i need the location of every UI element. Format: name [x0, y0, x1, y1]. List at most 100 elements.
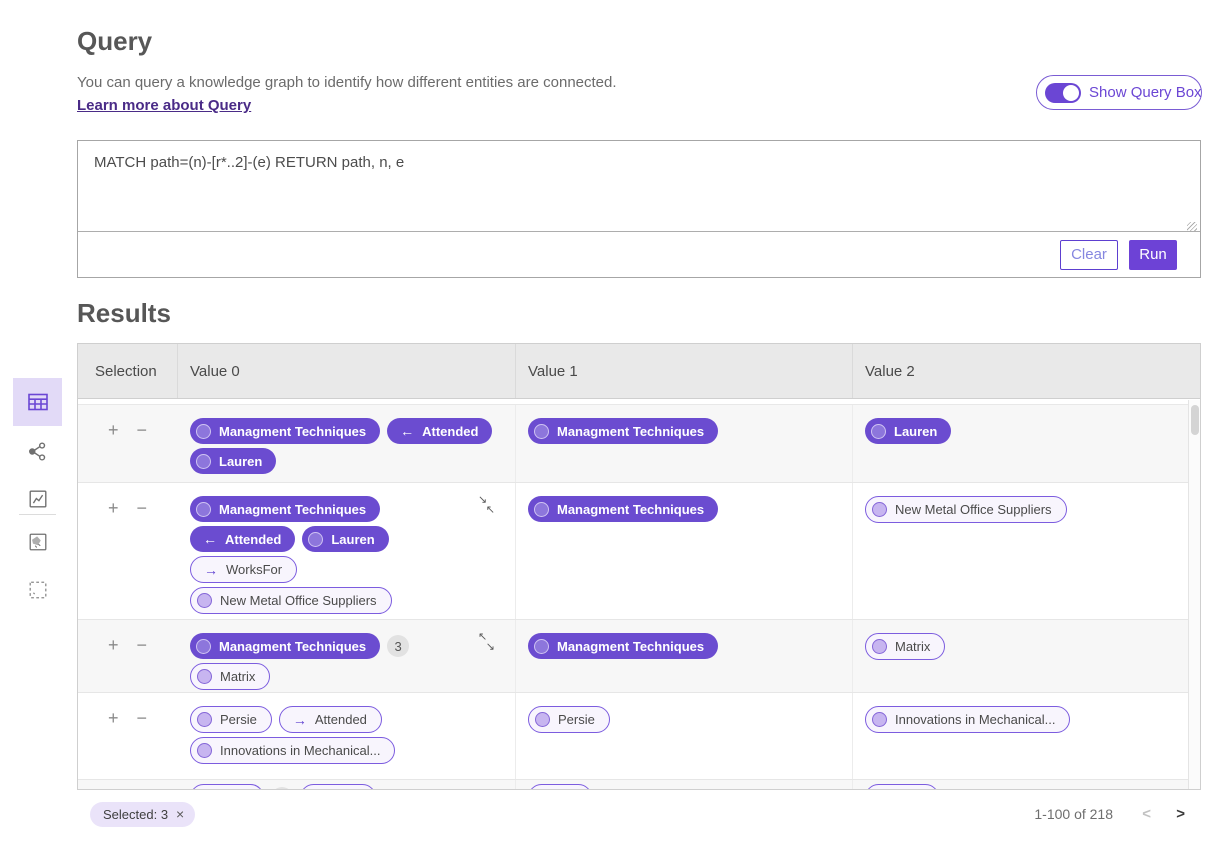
row-value1-cell: [516, 780, 853, 790]
pill-line: Managment Techniques 3: [190, 633, 503, 659]
node-circle-icon: [871, 424, 886, 439]
run-button[interactable]: Run: [1129, 240, 1177, 270]
pill-line: Managment Techniques: [528, 633, 840, 659]
table-view-icon: [26, 390, 50, 414]
query-actions: Clear Run: [78, 231, 1200, 277]
row-value0-cell: Managment Techniques 3 Matrix ↖↘: [178, 620, 516, 693]
node-pill: New Metal Office Suppliers: [865, 496, 1067, 523]
toggle-switch-icon[interactable]: [1045, 83, 1081, 103]
arrow-left-icon: ←: [196, 532, 217, 546]
add-to-selection-button[interactable]: +: [108, 499, 119, 619]
chart-view-icon: [27, 488, 49, 510]
arrow-right-icon: →: [197, 563, 218, 577]
arrow-right-icon: →: [286, 713, 307, 727]
node-pill: Matrix: [865, 633, 945, 660]
row-selection-cell: +−: [78, 483, 178, 619]
expand-row-icon[interactable]: ↖↘: [478, 634, 495, 651]
table-row: +−Managment Techniques←AttendedLauren→Wo…: [78, 483, 1200, 620]
pill-line: Managment Techniques ←Attended: [190, 418, 503, 444]
column-header-value2: Value 2: [853, 344, 1200, 398]
sidebar-item-table-view[interactable]: [13, 378, 62, 426]
add-to-selection-button[interactable]: +: [108, 421, 119, 482]
table-row: [78, 780, 1200, 790]
row-value0-cell: Managment Techniques←AttendedLauren→Work…: [178, 483, 516, 619]
node-circle-icon: [308, 532, 323, 547]
column-header-value0: Value 0: [178, 344, 516, 398]
learn-more-link[interactable]: Learn more about Query: [77, 97, 251, 114]
mask-view-icon: [27, 531, 49, 553]
results-table: Selection Value 0 Value 1 Value 2 +−Mana…: [77, 343, 1201, 790]
pill-line: Innovations in Mechanical...: [865, 706, 1188, 733]
pagination-next-button[interactable]: >: [1176, 806, 1185, 823]
results-table-body: +−Managment Techniques←AttendedLaurenMan…: [78, 405, 1200, 790]
node-pill: Managment Techniques: [528, 418, 718, 444]
remove-from-selection-button[interactable]: −: [137, 421, 148, 482]
pill-label: Lauren: [894, 424, 937, 439]
pill-label: New Metal Office Suppliers: [220, 593, 377, 608]
pill-line: Managment Techniques: [528, 496, 840, 522]
row-selection-cell: +−: [78, 693, 178, 779]
pill-label: Managment Techniques: [219, 424, 366, 439]
graph-view-icon: [26, 440, 49, 463]
sidebar-item-graph-view[interactable]: [13, 431, 62, 471]
sidebar-item-select-region[interactable]: [13, 570, 62, 610]
query-input[interactable]: MATCH path=(n)-[r*..2]-(e) RETURN path, …: [78, 141, 1200, 233]
query-panel: MATCH path=(n)-[r*..2]-(e) RETURN path, …: [77, 140, 1201, 278]
pill-label: New Metal Office Suppliers: [895, 502, 1052, 517]
pill-label: Matrix: [895, 639, 930, 654]
row-value0-cell: Persie→AttendedInnovations in Mechanical…: [178, 693, 516, 779]
select-region-icon: [27, 579, 49, 601]
pill-line: Managment Techniques: [190, 496, 503, 522]
row-value2-cell: Innovations in Mechanical...: [853, 693, 1200, 779]
pill-line: Persie: [528, 706, 840, 733]
results-footer: Selected: 3 × 1-100 of 218 < >: [77, 790, 1201, 838]
node-circle-icon: [196, 454, 211, 469]
pill-label: Managment Techniques: [557, 502, 704, 517]
edge-pill: ←Attended: [387, 418, 492, 444]
clear-button[interactable]: Clear: [1060, 240, 1118, 270]
pill-label: Managment Techniques: [219, 502, 366, 517]
pill-line: Lauren: [190, 448, 503, 474]
selected-count-chip[interactable]: Selected: 3 ×: [90, 802, 195, 827]
scrollbar-thumb[interactable]: [1191, 405, 1199, 435]
add-to-selection-button[interactable]: +: [108, 709, 119, 779]
node-pill: New Metal Office Suppliers: [190, 587, 392, 614]
collapse-row-icon[interactable]: ↘↖: [478, 497, 495, 514]
show-query-box-toggle[interactable]: Show Query Box: [1036, 75, 1202, 110]
node-circle-icon: [197, 712, 212, 727]
node-pill: Persie: [528, 706, 610, 733]
node-pill: Managment Techniques: [190, 633, 380, 659]
row-selection-cell: +−: [78, 620, 178, 693]
node-pill: Persie: [190, 706, 272, 733]
node-circle-icon: [196, 502, 211, 517]
pill-label: Innovations in Mechanical...: [895, 712, 1055, 727]
pill-label: Persie: [558, 712, 595, 727]
query-page: Query You can query a knowledge graph to…: [0, 0, 1208, 851]
remove-from-selection-button[interactable]: −: [137, 499, 148, 619]
results-table-header: Selection Value 0 Value 1 Value 2: [78, 344, 1200, 399]
remove-from-selection-button[interactable]: −: [137, 709, 148, 779]
edge-pill: →WorksFor: [190, 556, 297, 583]
remove-from-selection-button[interactable]: −: [137, 636, 148, 693]
pill-label: Attended: [225, 532, 281, 547]
column-header-value1: Value 1: [516, 344, 853, 398]
node-circle-icon: [535, 712, 550, 727]
count-badge: 3: [387, 635, 409, 657]
table-vertical-scrollbar[interactable]: [1188, 400, 1200, 789]
pill-line: New Metal Office Suppliers: [190, 587, 503, 614]
sidebar-item-mask-view[interactable]: [13, 522, 62, 562]
pill-label: Managment Techniques: [557, 639, 704, 654]
sidebar-item-chart-view[interactable]: [13, 479, 62, 519]
pagination-prev-button[interactable]: <: [1142, 806, 1151, 823]
close-icon[interactable]: ×: [176, 806, 184, 822]
pill-label: Matrix: [220, 669, 255, 684]
node-pill: Managment Techniques: [528, 633, 718, 659]
rail-divider: [19, 514, 56, 515]
add-to-selection-button[interactable]: +: [108, 636, 119, 693]
pill-line: Matrix: [190, 663, 503, 690]
toggle-label: Show Query Box: [1089, 84, 1202, 101]
column-header-selection: Selection: [78, 344, 178, 398]
pill-label: Innovations in Mechanical...: [220, 743, 380, 758]
pill-label: Managment Techniques: [219, 639, 366, 654]
pill-label: Persie: [220, 712, 257, 727]
